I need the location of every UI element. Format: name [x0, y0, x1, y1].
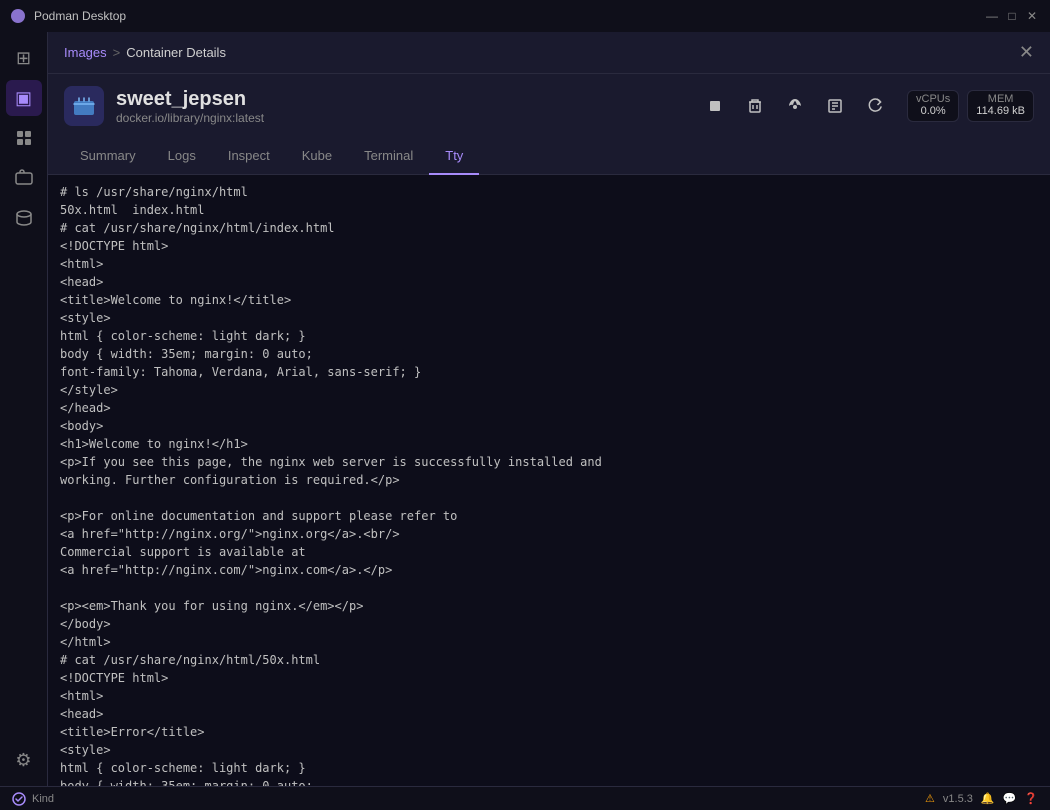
breadcrumb-images-link[interactable]: Images [64, 45, 107, 60]
sidebar-item-images[interactable] [6, 160, 42, 196]
container-name: sweet_jepsen [116, 88, 687, 111]
window-controls: — □ ✕ [984, 8, 1040, 24]
statusbar-right: ⚠ v1.5.3 🔔 💬 ❓ [925, 792, 1038, 805]
cpu-label: vCPUs [916, 93, 950, 105]
delete-button[interactable] [739, 90, 771, 122]
container-icon [64, 86, 104, 126]
deploy-button[interactable] [779, 90, 811, 122]
container-info: sweet_jepsen docker.io/library/nginx:lat… [116, 88, 687, 125]
sidebar-item-containers[interactable]: ▣ [6, 80, 42, 116]
cpu-value: 0.0% [916, 105, 950, 117]
kind-icon [12, 792, 26, 806]
app-title: Podman Desktop [34, 9, 976, 23]
stop-button[interactable] [699, 90, 731, 122]
resource-badges: vCPUs 0.0% MEM 114.69 kB [907, 90, 1034, 122]
warning-icon: ⚠ [925, 792, 935, 805]
breadcrumb-bar: Images > Container Details ✕ [48, 32, 1050, 74]
sidebar-item-settings[interactable]: ⚙ [6, 742, 42, 778]
statusbar-left: Kind [12, 792, 54, 806]
main-layout: ⊞ ▣ ⚙ Ima [0, 32, 1050, 786]
tab-terminal[interactable]: Terminal [348, 138, 429, 175]
refresh-button[interactable] [859, 90, 891, 122]
tab-logs[interactable]: Logs [152, 138, 212, 175]
titlebar: Podman Desktop — □ ✕ [0, 0, 1050, 32]
statusbar: Kind ⚠ v1.5.3 🔔 💬 ❓ [0, 786, 1050, 810]
container-actions: vCPUs 0.0% MEM 114.69 kB [699, 90, 1034, 122]
sidebar-item-pods[interactable] [6, 120, 42, 156]
tab-summary[interactable]: Summary [64, 138, 152, 175]
mem-label: MEM [976, 93, 1025, 105]
mem-value: 114.69 kB [976, 105, 1025, 117]
breadcrumb-separator: > [113, 45, 121, 60]
tab-kube[interactable]: Kube [286, 138, 348, 175]
container-image: docker.io/library/nginx:latest [116, 111, 687, 125]
maximize-button[interactable]: □ [1004, 8, 1020, 24]
minimize-button[interactable]: — [984, 8, 1000, 24]
terminal-area[interactable]: # ls /usr/share/nginx/html 50x.html inde… [48, 175, 1050, 786]
app-icon [10, 8, 26, 24]
help-icon[interactable]: ❓ [1024, 792, 1038, 805]
sidebar: ⊞ ▣ ⚙ [0, 32, 48, 786]
statusbar-kind: Kind [32, 793, 54, 805]
container-header: sweet_jepsen docker.io/library/nginx:lat… [48, 74, 1050, 138]
export-button[interactable] [819, 90, 851, 122]
version-label: v1.5.3 [943, 793, 973, 805]
sidebar-item-dashboard[interactable]: ⊞ [6, 40, 42, 76]
panel-close-button[interactable]: ✕ [1019, 42, 1034, 63]
terminal-output: # ls /usr/share/nginx/html 50x.html inde… [60, 183, 1038, 786]
chat-icon[interactable]: 💬 [1003, 792, 1017, 805]
close-button[interactable]: ✕ [1024, 8, 1040, 24]
mem-badge: MEM 114.69 kB [967, 90, 1034, 122]
notification-bell-icon[interactable]: 🔔 [981, 792, 995, 805]
sidebar-bottom: ⚙ [6, 742, 42, 778]
breadcrumb-current: Container Details [126, 45, 226, 60]
tabs: Summary Logs Inspect Kube Terminal Tty [48, 138, 1050, 175]
cpu-badge: vCPUs 0.0% [907, 90, 959, 122]
content-area: Images > Container Details ✕ sweet_jepse… [48, 32, 1050, 786]
sidebar-item-volumes[interactable] [6, 200, 42, 236]
tab-tty[interactable]: Tty [429, 138, 479, 175]
tab-inspect[interactable]: Inspect [212, 138, 286, 175]
